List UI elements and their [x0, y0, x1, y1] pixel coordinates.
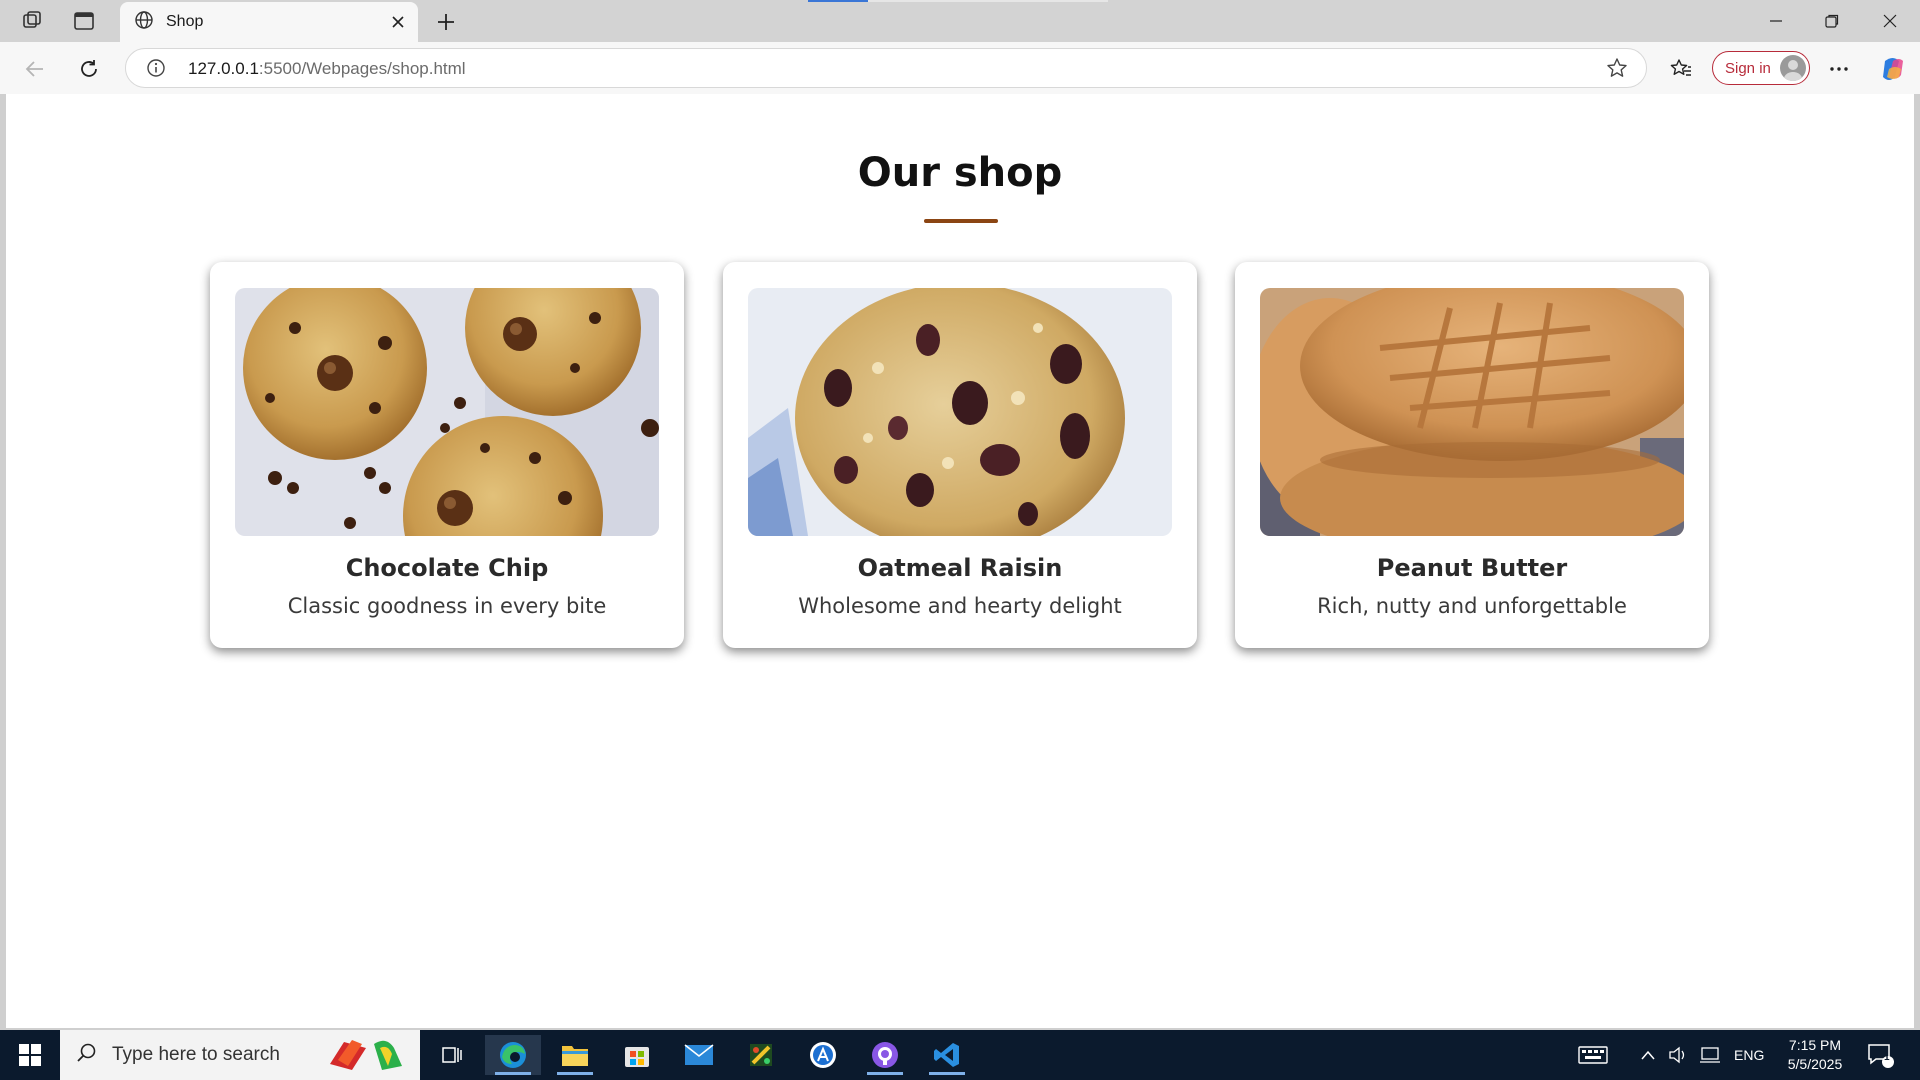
- product-description: Rich, nutty and unforgettable: [1317, 594, 1627, 618]
- file-explorer-icon[interactable]: [547, 1035, 603, 1075]
- vscode-icon[interactable]: [919, 1035, 975, 1075]
- tab-shop[interactable]: Shop: [120, 2, 418, 42]
- store-icon[interactable]: [609, 1035, 665, 1075]
- clock-time: 7:15 PM: [1788, 1037, 1842, 1053]
- url-host: 127.0.0.1: [188, 59, 259, 78]
- profile-avatar: [1780, 55, 1806, 81]
- page-viewport: Our shop Chocolate Chip Classic goodness…: [6, 94, 1914, 1028]
- workspaces-icon[interactable]: [20, 9, 44, 33]
- sign-in-label: Sign in: [1725, 59, 1771, 77]
- notification-count: 1: [1884, 1052, 1890, 1063]
- start-button[interactable]: [0, 1030, 60, 1080]
- app-a-icon[interactable]: [795, 1035, 851, 1075]
- product-description: Wholesome and hearty delight: [798, 594, 1122, 618]
- product-name: Peanut Butter: [1376, 554, 1568, 582]
- url-path: :5500/Webpages/shop.html: [258, 59, 466, 78]
- windows-taskbar: Type here to search ENG 7:15 PM 5/5/2025…: [0, 1030, 1920, 1080]
- windows-logo-icon: [19, 1044, 41, 1066]
- site-info-icon[interactable]: [146, 58, 166, 83]
- copilot-icon[interactable]: [1878, 54, 1908, 84]
- globe-icon: [134, 10, 154, 35]
- chocolate-chip-cookie-image: [235, 288, 659, 536]
- product-card-chocolate-chip[interactable]: Chocolate Chip Classic goodness in every…: [210, 262, 684, 648]
- back-button[interactable]: [20, 54, 50, 84]
- minimize-button[interactable]: [1756, 6, 1796, 36]
- product-description: Classic goodness in every bite: [287, 594, 607, 618]
- new-tab-button[interactable]: [432, 8, 460, 36]
- title-underline: [924, 219, 998, 223]
- task-view-icon[interactable]: [424, 1035, 480, 1075]
- close-window-button[interactable]: [1870, 6, 1910, 36]
- address-bar[interactable]: 127.0.0.1:5500/Webpages/shop.html: [125, 48, 1647, 88]
- peanut-butter-cookie-image: [1260, 288, 1684, 536]
- chevron-up-icon[interactable]: [1640, 1030, 1656, 1080]
- page-title: Our shop: [857, 150, 1063, 196]
- clock-date: 5/5/2025: [1787, 1056, 1843, 1072]
- browser-toolbar: 127.0.0.1:5500/Webpages/shop.html Sign i…: [0, 42, 1920, 94]
- favorites-icon[interactable]: [1666, 54, 1696, 84]
- github-icon[interactable]: [857, 1035, 913, 1075]
- product-card-oatmeal-raisin[interactable]: Oatmeal Raisin Wholesome and hearty deli…: [723, 262, 1197, 648]
- product-card-peanut-butter[interactable]: Peanut Butter Rich, nutty and unforgetta…: [1235, 262, 1709, 648]
- close-tab-icon[interactable]: [388, 12, 408, 32]
- search-icon: [76, 1042, 98, 1069]
- loading-track: [868, 0, 1108, 2]
- keyboard-icon[interactable]: [1578, 1030, 1608, 1080]
- loading-indicator: [808, 0, 868, 2]
- refresh-button[interactable]: [74, 54, 104, 84]
- language-indicator[interactable]: ENG: [1734, 1030, 1764, 1080]
- search-highlight-icon[interactable]: [322, 1036, 412, 1079]
- edge-icon[interactable]: [485, 1035, 541, 1075]
- product-name: Oatmeal Raisin: [857, 554, 1063, 582]
- vertical-tabs-icon[interactable]: [72, 9, 96, 33]
- tab-bar: Shop: [0, 0, 1920, 42]
- clock[interactable]: 7:15 PM 5/5/2025: [1770, 1036, 1860, 1074]
- notification-center-icon[interactable]: 1: [1866, 1030, 1894, 1080]
- favorite-star-icon[interactable]: [1606, 57, 1628, 84]
- search-placeholder: Type here to search: [112, 1044, 280, 1065]
- tab-title: Shop: [166, 13, 204, 30]
- sign-in-button[interactable]: Sign in: [1712, 51, 1810, 85]
- taskbar-search-box[interactable]: Type here to search: [60, 1030, 420, 1080]
- url-text[interactable]: 127.0.0.1:5500/Webpages/shop.html: [188, 59, 466, 79]
- mail-icon[interactable]: [671, 1035, 727, 1075]
- more-options-icon[interactable]: [1824, 54, 1854, 84]
- restore-button[interactable]: [1812, 6, 1852, 36]
- network-icon[interactable]: [1698, 1030, 1720, 1080]
- volume-icon[interactable]: [1668, 1030, 1688, 1080]
- product-name: Chocolate Chip: [345, 554, 549, 582]
- paint-icon[interactable]: [733, 1035, 789, 1075]
- oatmeal-raisin-cookie-image: [748, 288, 1172, 536]
